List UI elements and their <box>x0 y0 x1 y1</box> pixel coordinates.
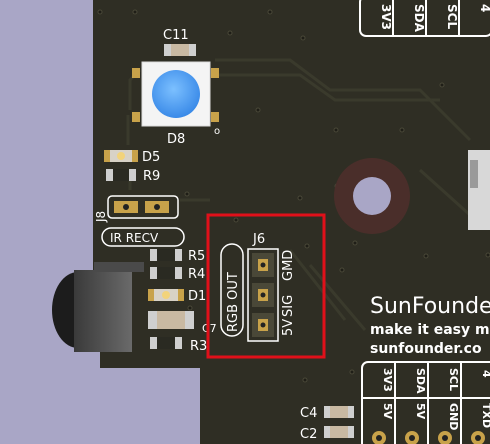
d8-led <box>132 61 219 127</box>
c2-label: C2 <box>300 427 317 442</box>
j8-label: J8 <box>94 211 108 223</box>
r3-resistor <box>150 337 182 349</box>
c4-label: C4 <box>300 406 317 421</box>
bottom-pin-label: 5V <box>414 403 427 420</box>
pcb-svg: 3V3 SDA SCL 4 C11 D8 o D5 R9 J8 <box>0 0 490 444</box>
rgb-out-label: RGB OUT <box>226 272 241 332</box>
r3-label: R3 <box>190 339 207 354</box>
bottom-pin-label: 3V3 <box>381 368 394 392</box>
j6-label: J6 <box>252 232 265 247</box>
r5-label: R5 <box>188 249 205 264</box>
pin-sig-label: SIG <box>281 295 296 317</box>
d8-pin1-mark: o <box>214 126 220 137</box>
d8-label: D8 <box>167 132 185 147</box>
r9-resistor <box>106 169 136 181</box>
bottom-pin-label: SCL <box>447 368 460 391</box>
c11-capacitor <box>164 44 196 56</box>
top-pin-label: 4 <box>478 4 490 12</box>
pin-gmd-label: GMD <box>281 250 296 281</box>
c4-capacitor <box>324 406 354 418</box>
brand-tagline: make it easy m <box>370 322 490 338</box>
bottom-pin-label: 4 <box>480 370 490 378</box>
d1-led <box>148 289 184 301</box>
r4-label: R4 <box>188 267 205 282</box>
ir-recv-label: IR RECV <box>110 231 159 245</box>
c7-capacitor <box>148 311 194 329</box>
r4-resistor <box>150 267 182 279</box>
top-pin-label: 3V3 <box>379 4 393 30</box>
j6-header <box>247 248 279 342</box>
mounting-hole <box>334 158 410 234</box>
bottom-pin-label: SDA <box>414 368 427 394</box>
top-pin-label: SCL <box>445 4 459 29</box>
c2-capacitor <box>324 426 354 438</box>
brand-name: SunFounder <box>370 294 490 319</box>
c11-label: C11 <box>163 28 189 43</box>
pcb-render: 3V3 SDA SCL 4 C11 D8 o D5 R9 J8 <box>0 0 490 444</box>
pin-5v-label: 5V <box>281 319 296 336</box>
bottom-pin-label: 5V <box>381 403 394 420</box>
bottom-pin-label: TXD <box>480 403 490 428</box>
board-cutout <box>100 368 200 444</box>
bottom-pin-label: GND <box>447 403 460 430</box>
brand-url: sunfounder.co <box>370 341 482 357</box>
d1-label: D1 <box>188 289 206 304</box>
d5-led <box>104 150 138 162</box>
r5-resistor <box>150 249 182 261</box>
d5-label: D5 <box>142 150 160 165</box>
top-pin-label: SDA <box>412 4 426 33</box>
r9-label: R9 <box>143 169 160 184</box>
